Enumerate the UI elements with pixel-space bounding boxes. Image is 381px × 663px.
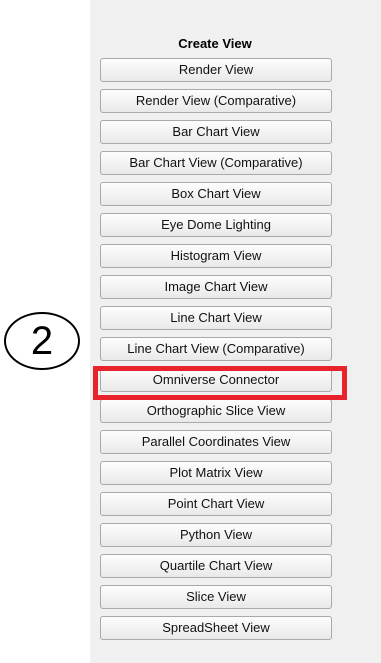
box-chart-view-button[interactable]: Box Chart View xyxy=(100,182,332,206)
quartile-chart-view-button[interactable]: Quartile Chart View xyxy=(100,554,332,578)
panel-title: Create View xyxy=(178,36,252,51)
parallel-coordinates-view-button[interactable]: Parallel Coordinates View xyxy=(100,430,332,454)
python-view-button[interactable]: Python View xyxy=(100,523,332,547)
point-chart-view-button[interactable]: Point Chart View xyxy=(100,492,332,516)
eye-dome-lighting-button[interactable]: Eye Dome Lighting xyxy=(100,213,332,237)
omniverse-connector-button[interactable]: Omniverse Connector xyxy=(100,368,332,392)
bar-chart-view-button[interactable]: Bar Chart View xyxy=(100,120,332,144)
line-chart-view-comparative-button[interactable]: Line Chart View (Comparative) xyxy=(100,337,332,361)
histogram-view-button[interactable]: Histogram View xyxy=(100,244,332,268)
render-view-button[interactable]: Render View xyxy=(100,58,332,82)
plot-matrix-view-button[interactable]: Plot Matrix View xyxy=(100,461,332,485)
render-view-comparative-button[interactable]: Render View (Comparative) xyxy=(100,89,332,113)
step-number-badge: 2 xyxy=(4,312,80,370)
line-chart-view-button[interactable]: Line Chart View xyxy=(100,306,332,330)
bar-chart-view-comparative-button[interactable]: Bar Chart View (Comparative) xyxy=(100,151,332,175)
spreadsheet-view-button[interactable]: SpreadSheet View xyxy=(100,616,332,640)
orthographic-slice-view-button[interactable]: Orthographic Slice View xyxy=(100,399,332,423)
slice-view-button[interactable]: Slice View xyxy=(100,585,332,609)
image-chart-view-button[interactable]: Image Chart View xyxy=(100,275,332,299)
